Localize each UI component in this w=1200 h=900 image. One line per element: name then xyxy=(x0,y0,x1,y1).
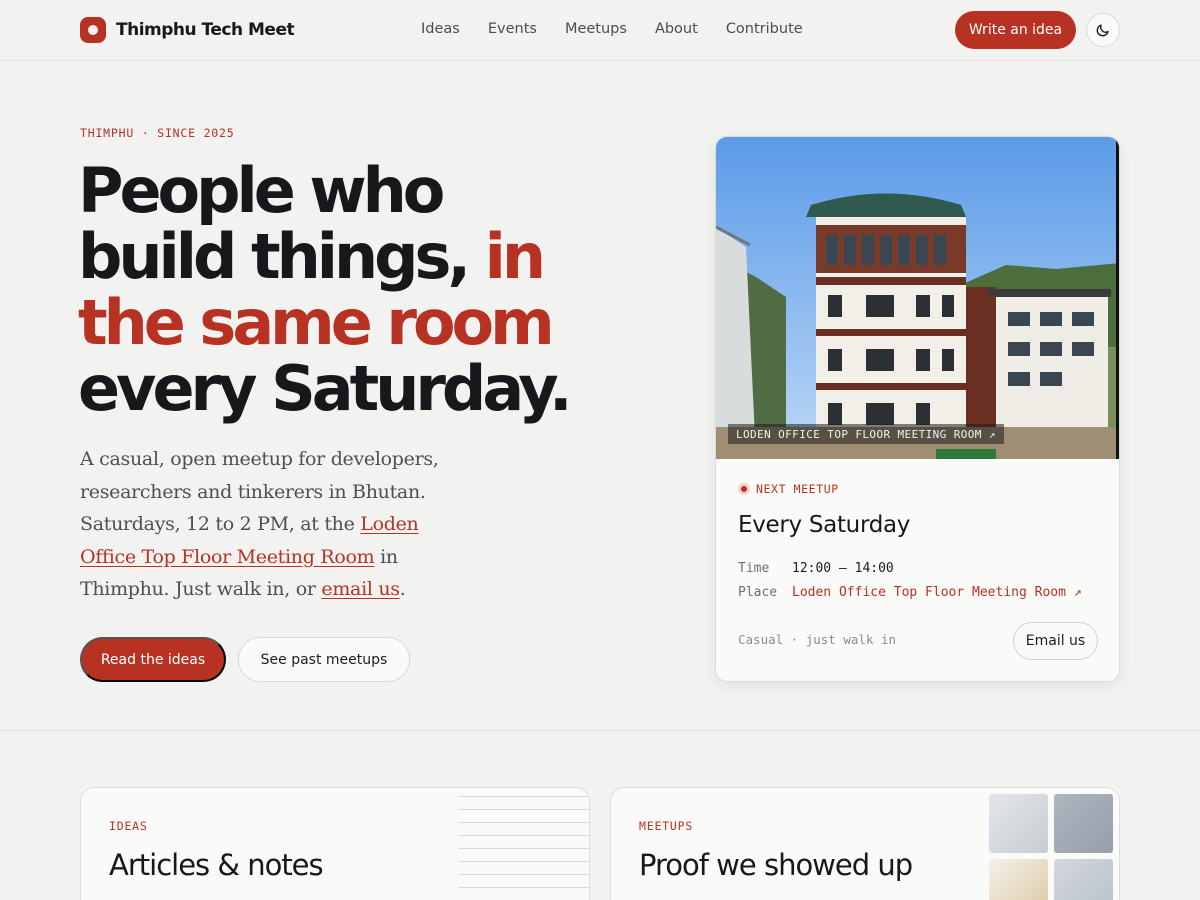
venue-photo[interactable]: LODEN OFFICE TOP FLOOR MEETING ROOM ↗ xyxy=(716,137,1119,459)
time-value: 12:00 – 14:00 xyxy=(792,561,894,576)
lines-decoration xyxy=(459,796,589,900)
ideas-card[interactable]: IDEAS Articles & notes xyxy=(80,787,590,900)
brand-logo-icon xyxy=(80,17,106,43)
place-link[interactable]: Loden Office Top Floor Meeting Room ↗ xyxy=(792,585,1082,600)
hero-lede: A casual, open meetup for developers, re… xyxy=(80,443,480,606)
meetup-title: Every Saturday xyxy=(738,512,911,538)
ideas-tag: IDEAS xyxy=(109,819,148,833)
place-row: Place Loden Office Top Floor Meeting Roo… xyxy=(738,585,1082,600)
nav-link-contribute[interactable]: Contribute xyxy=(712,19,817,39)
meetup-thumbnail xyxy=(989,794,1048,853)
nav-link-meetups[interactable]: Meetups xyxy=(551,19,641,39)
email-us-button[interactable]: Email us xyxy=(1013,622,1098,660)
meetups-title: Proof we showed up xyxy=(639,848,913,882)
meetups-card[interactable]: MEETUPS Proof we showed up xyxy=(610,787,1120,900)
hero-eyebrow: THIMPHU · SINCE 2025 xyxy=(80,126,235,140)
next-meetup-label: NEXT MEETUP xyxy=(738,482,839,496)
nav-links: Ideas Events Meetups About Contribute xyxy=(407,19,817,39)
read-ideas-button[interactable]: Read the ideas xyxy=(80,637,226,682)
write-idea-button[interactable]: Write an idea xyxy=(955,11,1076,49)
top-nav: Thimphu Tech Meet Ideas Events Meetups A… xyxy=(0,0,1200,61)
hero-headline: People who build things, in the same roo… xyxy=(78,158,638,422)
section-divider xyxy=(0,730,1200,731)
live-dot-icon xyxy=(738,483,750,495)
meetup-note: Casual · just walk in xyxy=(738,632,897,647)
nav-link-about[interactable]: About xyxy=(641,19,712,39)
headline-line-1: People who xyxy=(78,154,445,227)
email-link[interactable]: email us xyxy=(321,578,400,600)
next-meetup-card: LODEN OFFICE TOP FLOOR MEETING ROOM ↗ NE… xyxy=(715,136,1120,682)
meetups-tag: MEETUPS xyxy=(639,819,694,833)
ideas-title: Articles & notes xyxy=(109,848,324,882)
brand-name: Thimphu Tech Meet xyxy=(116,20,295,40)
brand[interactable]: Thimphu Tech Meet xyxy=(80,16,295,44)
time-label: Time xyxy=(738,561,770,576)
place-label: Place xyxy=(738,585,778,600)
headline-line-2: build things, xyxy=(78,220,471,293)
moon-icon xyxy=(1096,24,1109,37)
meetup-thumbnail xyxy=(1054,859,1113,900)
theme-toggle-button[interactable] xyxy=(1086,13,1120,47)
time-row: Time 12:00 – 14:00 xyxy=(738,561,894,576)
nav-link-ideas[interactable]: Ideas xyxy=(407,19,474,39)
nav-link-events[interactable]: Events xyxy=(474,19,551,39)
lede-text-3: . xyxy=(399,578,406,600)
meetup-thumbnail xyxy=(989,859,1048,900)
past-meetups-button[interactable]: See past meetups xyxy=(238,637,410,682)
next-meetup-text: NEXT MEETUP xyxy=(756,482,839,496)
meetup-thumbnail xyxy=(1054,794,1113,853)
photo-caption[interactable]: LODEN OFFICE TOP FLOOR MEETING ROOM ↗ xyxy=(728,424,1004,444)
headline-line-3: every Saturday. xyxy=(78,352,573,425)
